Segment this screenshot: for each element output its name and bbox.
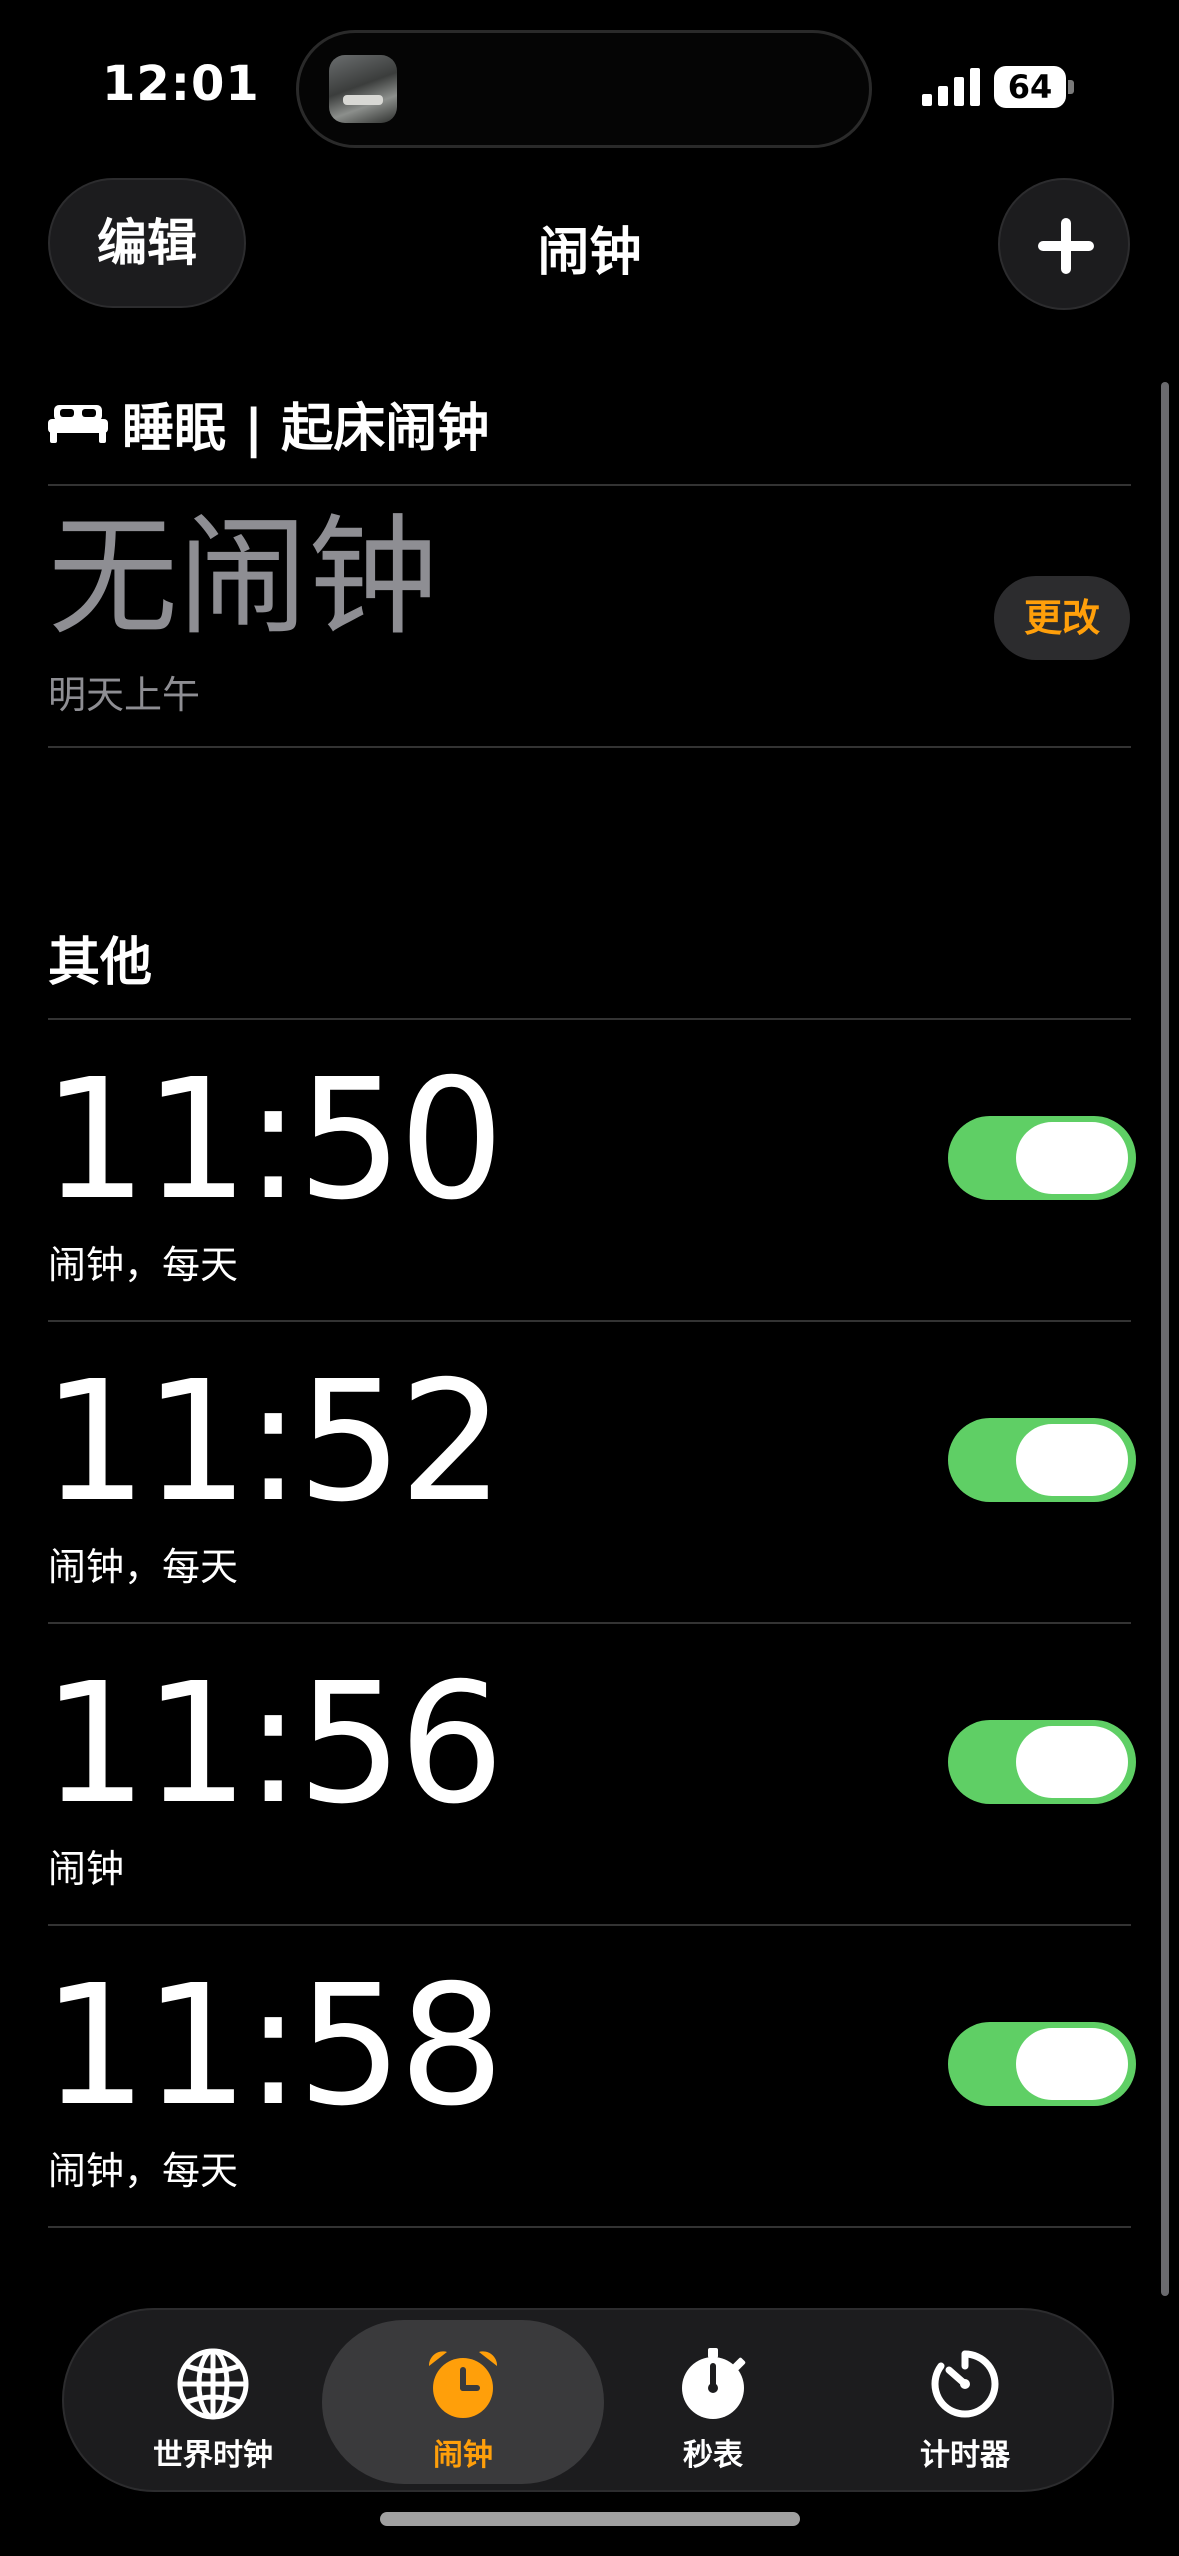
status-bar-time: 12:01 [102, 56, 260, 112]
divider [48, 484, 1131, 486]
change-sleep-schedule-button[interactable]: 更改 [994, 576, 1130, 660]
battery-level: 64 [994, 66, 1066, 108]
alarm-label: 闹钟 [48, 1847, 125, 1891]
home-indicator[interactable] [380, 2512, 800, 2526]
alarm-toggle[interactable] [948, 1418, 1136, 1502]
battery-icon: 64 [994, 66, 1074, 108]
stopwatch-icon [682, 2348, 746, 2419]
plus-icon [1038, 218, 1094, 274]
tab-label: 闹钟 [433, 2438, 493, 2473]
divider [48, 2226, 1131, 2228]
tab-label: 世界时钟 [153, 2438, 273, 2473]
now-playing-thumbnail[interactable] [329, 55, 397, 123]
dynamic-island[interactable] [296, 30, 872, 148]
globe-icon [177, 2348, 249, 2420]
alarm-toggle[interactable] [948, 2022, 1136, 2106]
tab-label: 秒表 [683, 2438, 743, 2473]
add-alarm-button[interactable] [998, 178, 1130, 310]
sleep-section-header: 睡眠 | 起床闹钟 [48, 390, 489, 459]
others-section-header: 其他 [48, 933, 153, 993]
alarm-toggle[interactable] [948, 1720, 1136, 1804]
alarm-time: 11:56 [42, 1648, 504, 1841]
scrollbar[interactable] [1161, 382, 1169, 2296]
tab-stopwatch[interactable]: 秒表 [572, 2320, 854, 2484]
tab-world-clock[interactable]: 世界时钟 [72, 2320, 354, 2484]
alarm-row[interactable]: 11:58 闹钟，每天 [0, 1926, 1179, 2228]
tab-timer[interactable]: 计时器 [824, 2320, 1106, 2484]
alarm-time: 11:52 [42, 1346, 504, 1539]
tab-label: 计时器 [920, 2438, 1010, 2473]
alarm-clock-icon [428, 2351, 498, 2418]
alarm-label: 闹钟，每天 [48, 1545, 239, 1589]
alarm-row[interactable]: 11:50 闹钟，每天 [0, 1020, 1179, 1322]
sleep-alarm-status: 无闹钟 [48, 501, 439, 653]
divider [48, 746, 1131, 748]
tab-bar: 世界时钟 闹钟 秒表 计时器 [62, 2308, 1114, 2492]
alarm-row[interactable]: 11:52 闹钟，每天 [0, 1322, 1179, 1624]
alarm-time: 11:50 [42, 1044, 504, 1237]
alarm-label: 闹钟，每天 [48, 2149, 239, 2193]
alarm-toggle[interactable] [948, 1116, 1136, 1200]
alarm-row[interactable]: 11:56 闹钟 [0, 1624, 1179, 1926]
tab-alarm[interactable]: 闹钟 [322, 2320, 604, 2484]
timer-icon [931, 2350, 999, 2418]
sleep-alarm-subtitle: 明天上午 [48, 673, 201, 717]
bed-icon [48, 405, 108, 443]
alarm-label: 闹钟，每天 [48, 1243, 239, 1287]
cellular-signal-icon [922, 68, 980, 106]
alarm-time: 11:58 [42, 1950, 504, 2143]
sleep-section-title: 睡眠 | 起床闹钟 [122, 398, 490, 459]
